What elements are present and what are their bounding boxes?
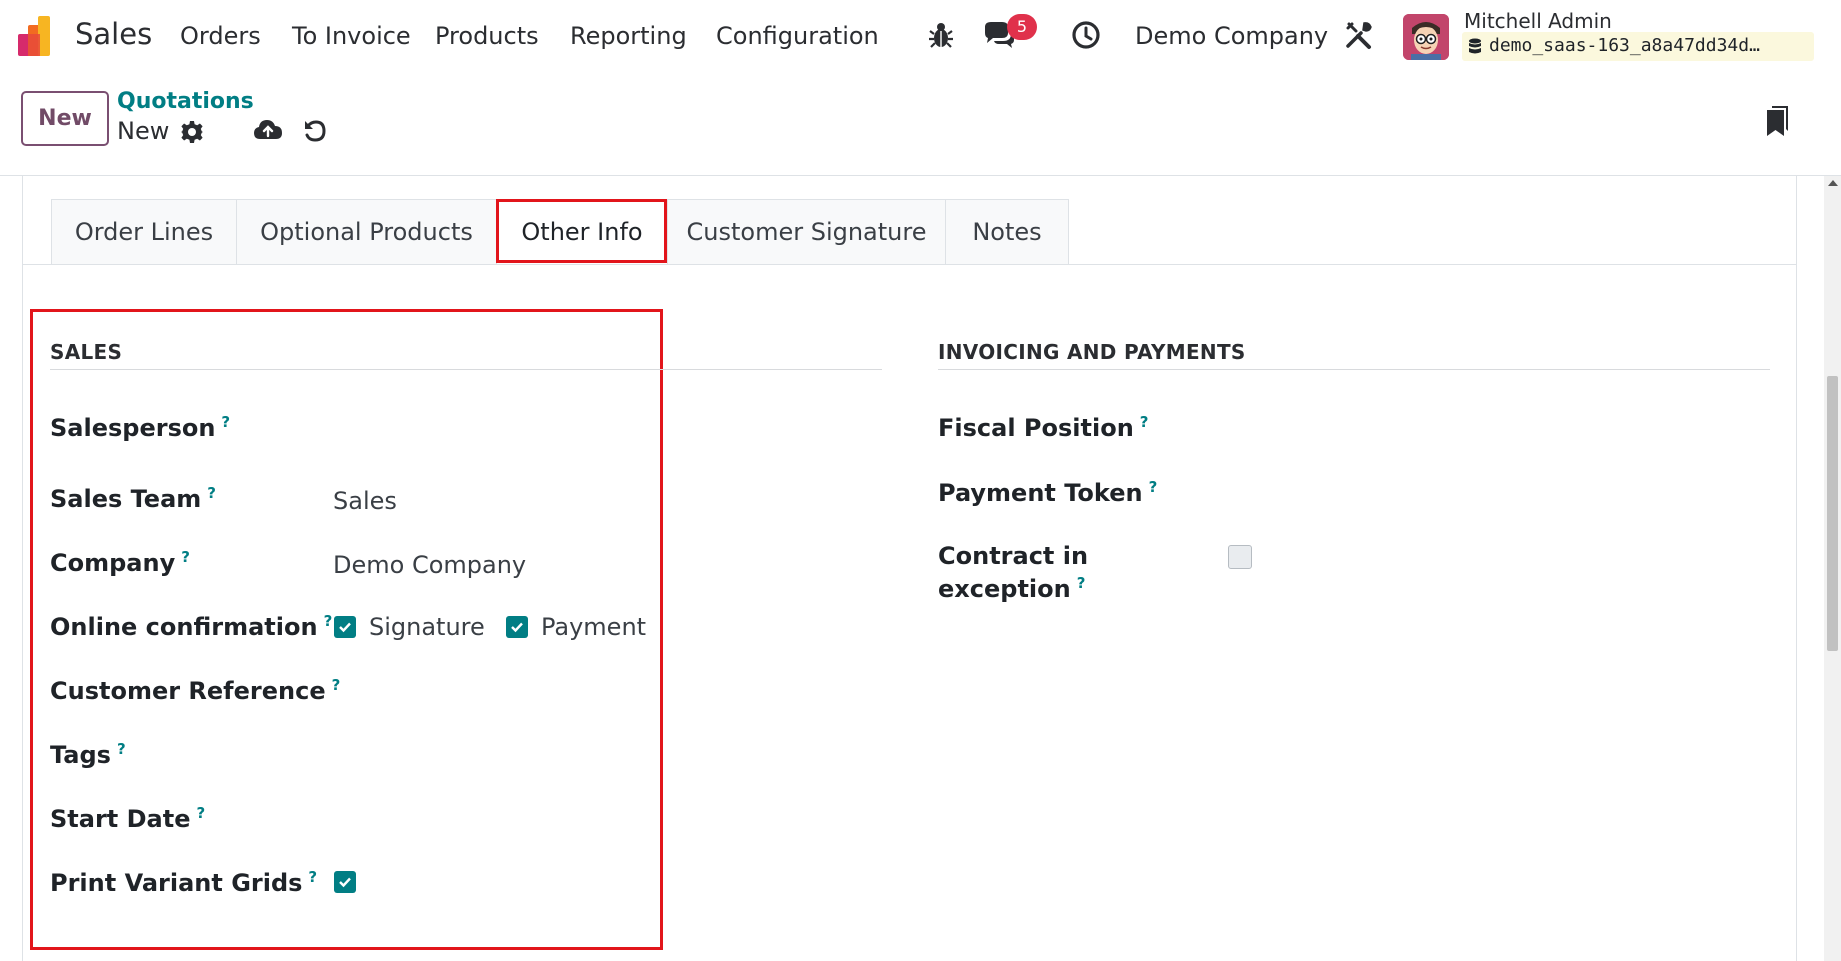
- database-icon: [1469, 38, 1481, 54]
- top-navbar: Sales Orders To Invoice Products Reporti…: [0, 0, 1841, 74]
- clock-icon[interactable]: [1069, 18, 1103, 52]
- company-field[interactable]: Demo Company: [333, 551, 526, 579]
- tab-notes[interactable]: Notes: [945, 199, 1069, 265]
- page-scrollbar[interactable]: [1824, 176, 1841, 961]
- scroll-thumb[interactable]: [1827, 376, 1838, 651]
- app-logo-icon[interactable]: [18, 16, 60, 56]
- company-label: Company?: [50, 548, 190, 577]
- breadcrumb-quotations[interactable]: Quotations: [117, 89, 254, 114]
- tabs-underline: [22, 264, 1797, 265]
- help-icon[interactable]: ?: [117, 740, 126, 758]
- tags-label: Tags?: [50, 740, 126, 769]
- salesperson-label: Salesperson?: [50, 413, 231, 442]
- payment-token-field[interactable]: [1228, 478, 1528, 510]
- customer-reference-label: Customer Reference?: [50, 676, 341, 705]
- database-name: demo_saas-163_a8a47dd34d…: [1489, 35, 1760, 56]
- record-name: New: [117, 117, 170, 145]
- menu-configuration[interactable]: Configuration: [716, 22, 879, 50]
- section-title-invoicing: INVOICING AND PAYMENTS: [938, 340, 1246, 364]
- help-icon[interactable]: ?: [1140, 413, 1149, 431]
- online-confirmation-label: Online confirmation?: [50, 612, 333, 641]
- user-avatar[interactable]: [1403, 14, 1449, 60]
- bookmark-icon[interactable]: [1765, 105, 1789, 137]
- help-icon[interactable]: ?: [207, 484, 216, 502]
- salesperson-field[interactable]: [333, 413, 633, 445]
- tools-icon[interactable]: [1342, 18, 1376, 52]
- database-chip: demo_saas-163_a8a47dd34d…: [1462, 32, 1814, 61]
- signature-checkbox[interactable]: [334, 616, 356, 638]
- fiscal-position-label: Fiscal Position?: [938, 413, 1149, 442]
- contract-exception-checkbox[interactable]: [1228, 545, 1252, 569]
- section-divider-sales: [50, 369, 882, 370]
- help-icon[interactable]: ?: [324, 612, 333, 630]
- sales-team-field[interactable]: Sales: [333, 487, 397, 515]
- cloud-upload-icon[interactable]: [253, 117, 283, 143]
- customer-reference-field[interactable]: [333, 676, 633, 708]
- help-icon[interactable]: ?: [221, 413, 230, 431]
- tab-customer-signature[interactable]: Customer Signature: [667, 199, 946, 265]
- menu-reporting[interactable]: Reporting: [570, 22, 687, 50]
- signature-label: Signature: [369, 613, 485, 641]
- app-name[interactable]: Sales: [75, 17, 152, 51]
- print-variant-grids-checkbox[interactable]: [334, 871, 356, 893]
- contract-exception-label: Contract in exception?: [938, 542, 1089, 603]
- tab-optional-products[interactable]: Optional Products: [236, 199, 497, 265]
- bug-icon[interactable]: [924, 18, 958, 52]
- menu-orders[interactable]: Orders: [180, 22, 261, 50]
- sales-team-label: Sales Team?: [50, 484, 216, 513]
- fiscal-position-field[interactable]: [1228, 413, 1528, 445]
- help-icon[interactable]: ?: [1077, 574, 1086, 592]
- undo-icon[interactable]: [302, 118, 328, 144]
- tab-order-lines[interactable]: Order Lines: [51, 199, 237, 265]
- help-icon[interactable]: ?: [196, 804, 205, 822]
- gear-icon[interactable]: [180, 120, 204, 144]
- payment-token-label: Payment Token?: [938, 478, 1158, 507]
- tags-field[interactable]: [333, 740, 633, 772]
- scroll-up-arrow[interactable]: [1828, 180, 1838, 186]
- help-icon[interactable]: ?: [308, 868, 317, 886]
- company-switcher[interactable]: Demo Company: [1135, 22, 1328, 50]
- help-icon[interactable]: ?: [1149, 478, 1158, 496]
- payment-label: Payment: [541, 613, 647, 641]
- payment-checkbox[interactable]: [506, 616, 528, 638]
- start-date-label: Start Date?: [50, 804, 206, 833]
- new-button[interactable]: New: [21, 91, 109, 146]
- messages-badge: 5: [1007, 14, 1037, 40]
- menu-to-invoice[interactable]: To Invoice: [292, 22, 411, 50]
- section-divider-invoicing: [938, 369, 1770, 370]
- help-icon[interactable]: ?: [181, 548, 190, 566]
- user-name[interactable]: Mitchell Admin: [1464, 9, 1612, 33]
- print-variant-grids-label: Print Variant Grids?: [50, 868, 318, 897]
- section-title-sales: SALES: [50, 340, 123, 364]
- start-date-field[interactable]: [333, 804, 633, 836]
- highlight-other-info-tab: [496, 199, 667, 263]
- menu-products[interactable]: Products: [435, 22, 539, 50]
